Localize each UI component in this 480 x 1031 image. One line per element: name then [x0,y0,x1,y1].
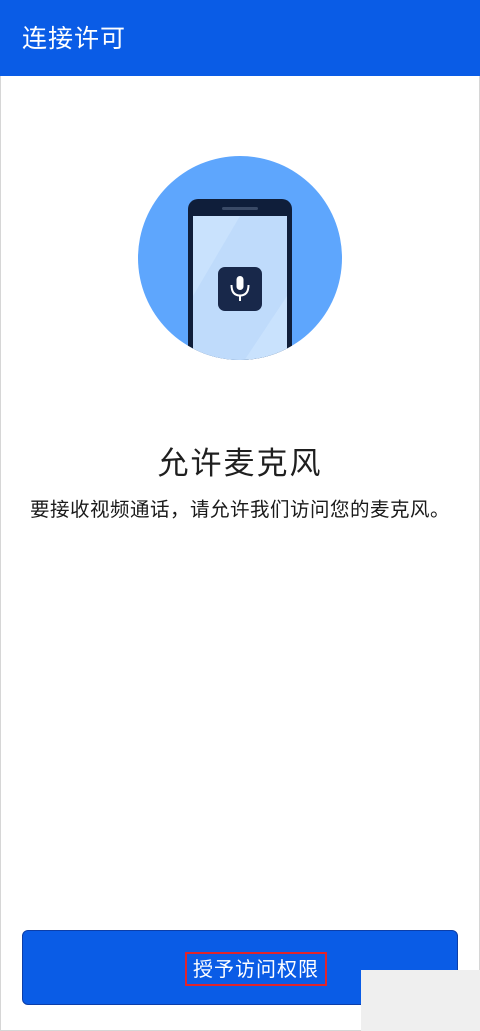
app-bar: 连接许可 [0,0,480,76]
permission-title: 允许麦克风 [157,446,323,482]
grant-access-label: 授予访问权限 [185,952,327,986]
phone-microphone-illustration [138,156,342,360]
permission-description: 要接收视频通话，请允许我们访问您的麦克风。 [30,498,451,521]
microphone-icon [218,267,262,311]
corner-overlay [361,970,480,1031]
phone-speaker [222,207,258,210]
page-title: 连接许可 [22,24,127,53]
